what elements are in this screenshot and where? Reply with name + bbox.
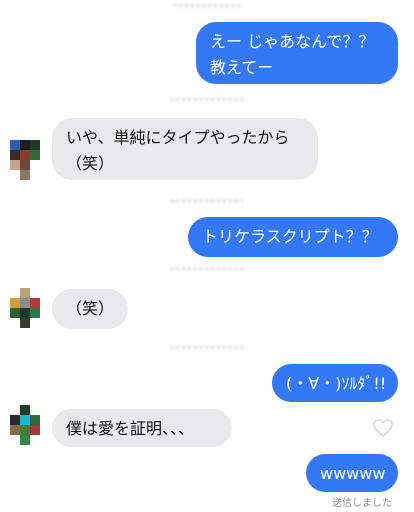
contact-avatar[interactable] [10,140,44,184]
avatar-pixel [10,140,20,150]
avatar-pixel [20,425,30,435]
message-text-line: トリケラスクリプト？？ [202,227,378,246]
message-text-line: いや、単純にタイプやったから [66,128,290,147]
avatar-pixel [30,308,40,318]
avatar-pixel [20,160,30,170]
incoming-message-bubble[interactable]: いや、単純にタイプやったから （笑） [52,118,318,180]
contact-avatar[interactable] [10,288,44,332]
outgoing-message-bubble[interactable]: トリケラスクリプト？？ [188,217,398,257]
avatar-pixel [20,415,30,425]
outgoing-message-bubble[interactable]: (・∀・)ｿﾙﾀﾞ!! [272,364,398,402]
avatar-pixel [20,140,30,150]
outgoing-message-bubble[interactable]: wwwww [306,454,398,492]
avatar-pixel [10,160,20,170]
timestamp-blurred: ••••••••••••• [169,197,245,207]
incoming-message-bubble[interactable]: （笑） [52,289,128,329]
avatar-pixel [10,308,20,318]
message-text-line: 教えてー [210,58,274,77]
timestamp-blurred: ••••••••••••• [169,265,245,275]
message-text-line: 僕は愛を証明、、、 [66,419,195,438]
avatar-pixel [20,318,30,328]
message-text-line: えー じゃあなんで？？ [210,32,375,51]
avatar-pixel [20,405,30,415]
message-text-line: (・∀・)ｿﾙﾀﾞ!! [286,374,387,393]
incoming-message-bubble[interactable]: 僕は愛を証明、、、 [52,409,232,447]
avatar-pixel [10,298,20,308]
avatar-pixel [10,415,20,425]
avatar-pixel [20,435,30,445]
avatar-pixel [30,298,40,308]
heart-outline-icon[interactable] [372,417,394,439]
avatar-pixel [20,170,30,180]
avatar-pixel [20,298,30,308]
avatar-pixel [20,308,30,318]
avatar-pixel [30,140,40,150]
message-text-line: wwwww [320,464,386,483]
timestamp-blurred: •••••••••••• [172,2,242,12]
avatar-pixel [20,288,30,298]
message-thread: •••••••••••• ••••••••••••• •••••••••••••… [0,0,414,512]
message-text-line: （笑） [66,299,115,318]
timestamp-blurred: ••••••••••••• [169,344,245,354]
outgoing-message-bubble[interactable]: えー じゃあなんで？？ 教えてー [196,22,398,84]
avatar-pixel [10,425,20,435]
delivery-status: 送信しました [332,498,392,509]
timestamp-blurred: ••••••••••••• [169,96,245,106]
avatar-pixel [10,150,20,160]
contact-avatar[interactable] [10,405,44,449]
message-text-line: （笑） [66,154,115,173]
avatar-pixel [30,150,40,160]
avatar-pixel [30,425,40,435]
avatar-pixel [20,150,30,160]
avatar-pixel [30,415,40,425]
